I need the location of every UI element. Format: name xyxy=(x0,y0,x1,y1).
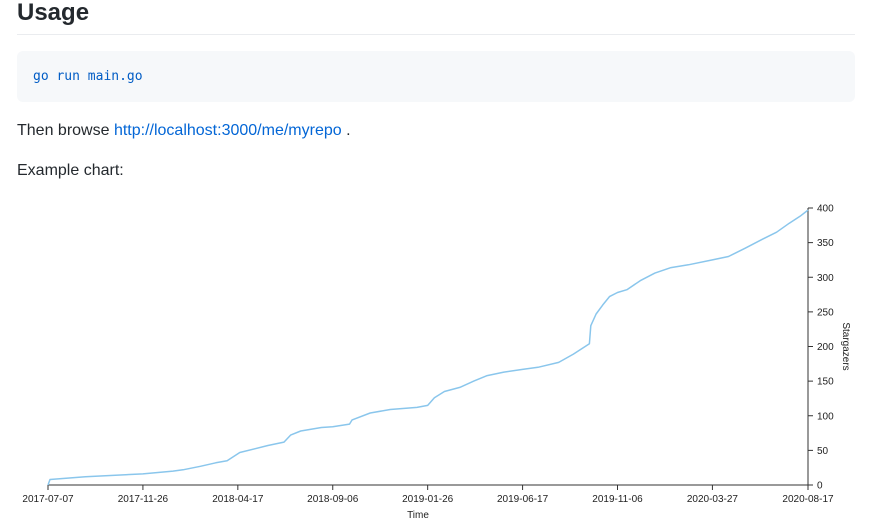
stargazers-line xyxy=(47,209,809,486)
y-axis-title: Stargazers xyxy=(840,322,851,370)
y-tick-label: 400 xyxy=(817,204,834,215)
browse-suffix: . xyxy=(346,122,351,139)
x-tick-label: 2018-09-06 xyxy=(307,494,359,505)
page-heading: Usage xyxy=(17,0,90,26)
x-tick-label: 2017-07-07 xyxy=(22,494,74,505)
code-block: go run main.go xyxy=(17,51,855,102)
code-text: go run main.go xyxy=(33,69,143,84)
y-tick-label: 100 xyxy=(817,411,834,422)
x-tick-label: 2019-01-26 xyxy=(402,494,454,505)
x-tick-label: 2019-06-17 xyxy=(497,494,549,505)
heading-divider xyxy=(17,34,855,35)
y-tick-label: 0 xyxy=(817,481,823,492)
example-chart-label: Example chart: xyxy=(17,162,124,179)
y-tick-label: 150 xyxy=(817,377,834,388)
localhost-link[interactable]: http://localhost:3000/me/myrepo xyxy=(114,122,342,139)
y-tick-label: 250 xyxy=(817,307,834,318)
x-tick-label: 2020-03-27 xyxy=(687,494,739,505)
browse-prefix: Then browse xyxy=(17,122,110,139)
y-tick-label: 50 xyxy=(817,446,829,457)
x-axis-title: Time xyxy=(407,510,429,520)
x-tick-label: 2019-11-06 xyxy=(592,494,643,505)
x-tick-label: 2017-11-26 xyxy=(118,494,169,505)
y-tick-label: 200 xyxy=(817,342,834,353)
y-tick-label: 300 xyxy=(817,273,834,284)
x-tick-label: 2018-04-17 xyxy=(212,494,264,505)
x-tick-label: 2020-08-17 xyxy=(782,494,834,505)
y-tick-label: 350 xyxy=(817,238,834,249)
browse-paragraph: Then browse http://localhost:3000/me/myr… xyxy=(17,120,351,142)
stargazers-chart: 2017-07-07 2017-11-26 2018-04-17 2018-09-06… xyxy=(22,204,851,520)
